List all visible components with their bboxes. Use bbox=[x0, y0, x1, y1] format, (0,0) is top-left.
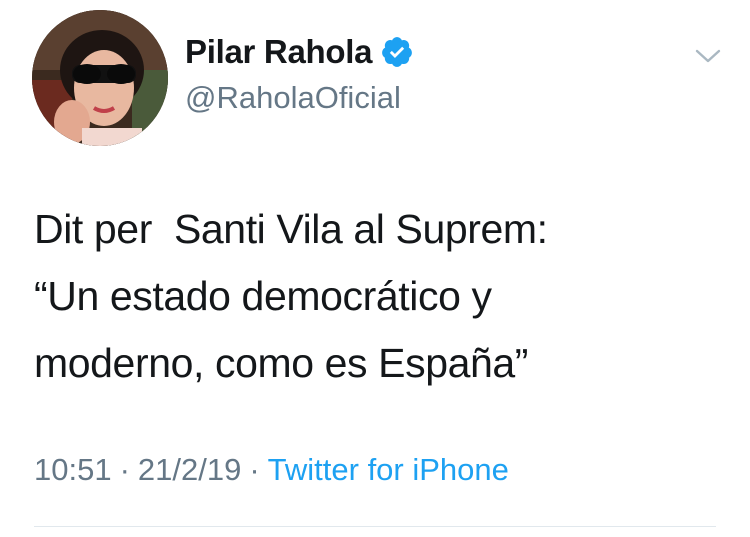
tweet-source-link[interactable]: Twitter for iPhone bbox=[268, 452, 509, 488]
author-handle[interactable]: @RaholaOficial bbox=[185, 80, 401, 116]
verified-badge-icon bbox=[380, 35, 414, 69]
author-name-row[interactable]: Pilar Rahola bbox=[185, 32, 414, 72]
tweet-text-line: moderno, como es España” bbox=[34, 340, 529, 386]
avatar-image bbox=[32, 10, 168, 146]
tweet-text-line: Dit per Santi Vila al Suprem: bbox=[34, 206, 548, 252]
tweet-text-line: “Un estado democrático y bbox=[34, 273, 492, 319]
tweet-card: Pilar Rahola @RaholaOficial Dit per Sant… bbox=[0, 0, 750, 537]
meta-separator: · bbox=[249, 452, 260, 487]
chevron-down-icon[interactable] bbox=[694, 46, 722, 66]
tweet-meta: 10:51 · 21/2/19 · Twitter for iPhone bbox=[34, 452, 509, 488]
tweet-time[interactable]: 10:51 bbox=[34, 452, 112, 488]
divider bbox=[34, 526, 716, 527]
meta-separator: · bbox=[119, 452, 130, 487]
tweet-text: Dit per Santi Vila al Suprem: “Un estado… bbox=[34, 196, 724, 397]
display-name[interactable]: Pilar Rahola bbox=[185, 33, 372, 71]
avatar[interactable] bbox=[32, 10, 168, 146]
tweet-date[interactable]: 21/2/19 bbox=[138, 452, 241, 488]
